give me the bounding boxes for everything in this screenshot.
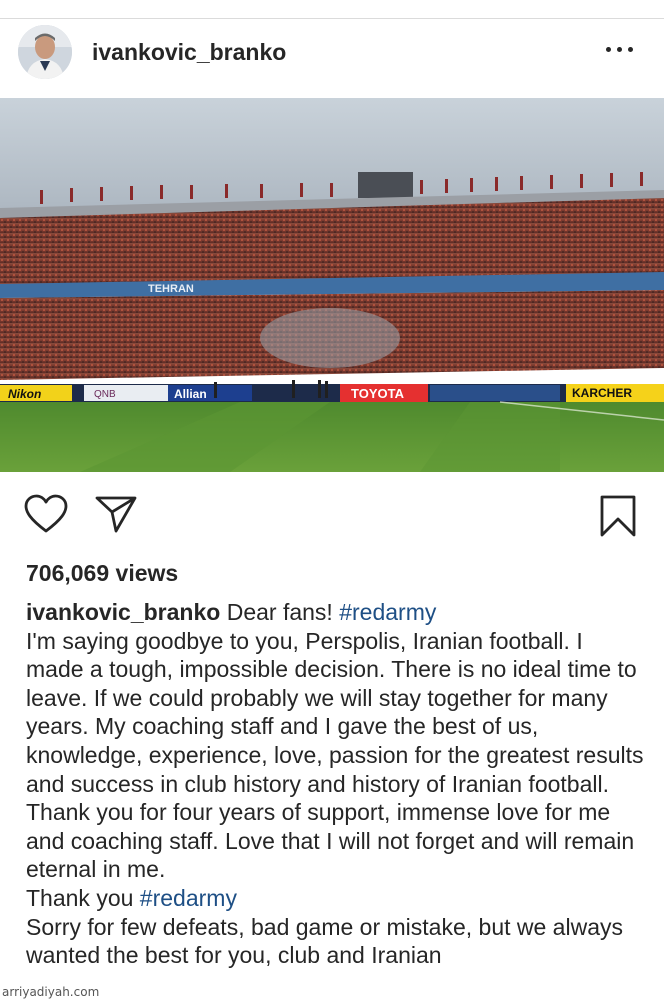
share-icon[interactable]: [94, 494, 138, 534]
ad-qnb: QNB: [94, 389, 116, 400]
ad-toyota: TOYOTA: [351, 386, 405, 401]
stadium-photo: TEHRAN Nikon QNB Allian TOYOTA KARCHER: [0, 98, 664, 472]
caption-thanks: Thank you: [26, 884, 134, 911]
caption-sorry: Sorry for few defeats, bad game or mista…: [26, 913, 623, 969]
caption-body: I'm saying goodbye to you, Perspolis, Ir…: [26, 627, 644, 883]
post-actions: [0, 484, 664, 550]
view-count[interactable]: 706,069 views: [26, 560, 178, 587]
bookmark-icon[interactable]: [598, 494, 638, 538]
hashtag-link[interactable]: #redarmy: [339, 599, 436, 625]
watermark: arriyadiyah.com: [2, 985, 100, 999]
ad-karcher: KARCHER: [572, 386, 632, 400]
post-media[interactable]: TEHRAN Nikon QNB Allian TOYOTA KARCHER: [0, 98, 664, 472]
post-caption: ivankovic_branko Dear fans! #redarmy I'm…: [26, 598, 646, 970]
ad-allianz: Allian: [174, 387, 207, 401]
stadium-banner-text: TEHRAN: [148, 283, 194, 295]
more-options-icon[interactable]: [606, 41, 644, 57]
status-area: [0, 0, 664, 19]
caption-username[interactable]: ivankovic_branko: [26, 599, 220, 625]
heart-icon[interactable]: [24, 494, 68, 534]
hashtag-link[interactable]: #redarmy: [140, 885, 237, 911]
avatar[interactable]: [18, 25, 72, 79]
post-header: ivankovic_branko: [0, 19, 664, 99]
post-username[interactable]: ivankovic_branko: [92, 39, 286, 66]
caption-intro: Dear fans!: [226, 599, 333, 625]
ad-nikon: Nikon: [8, 387, 41, 401]
